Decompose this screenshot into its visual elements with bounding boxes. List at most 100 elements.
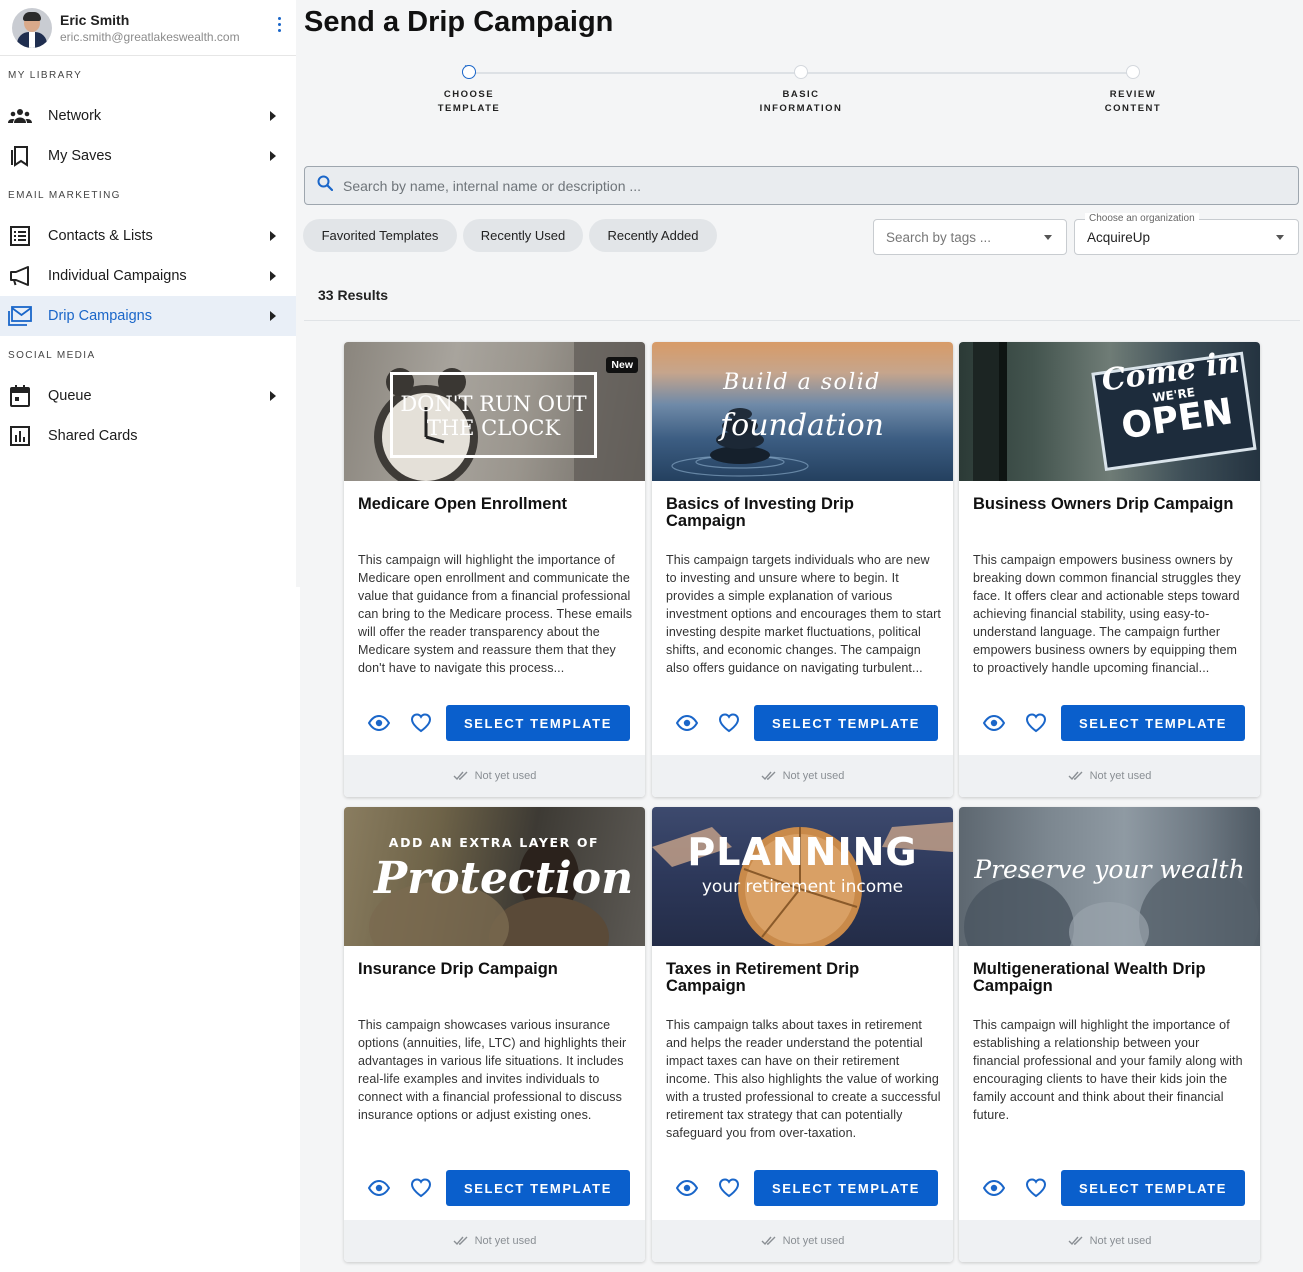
- thumbnail-text: Preserve your wealth: [974, 855, 1245, 884]
- template-thumbnail-open-sign[interactable]: Come in WE'RE OPEN: [959, 342, 1260, 481]
- search-input[interactable]: [343, 177, 1243, 194]
- step-dot-current: [462, 61, 476, 79]
- results-count: 33 Results: [318, 287, 389, 303]
- template-card: Build a solid foundation Basics of Inves…: [652, 342, 953, 797]
- sidebar-item-drip-campaigns[interactable]: Drip Campaigns: [0, 296, 296, 336]
- organization-select[interactable]: Choose an organization AcquireUp: [1074, 213, 1299, 255]
- step-label: REVIEW: [1109, 89, 1157, 100]
- select-template-button[interactable]: SELECT TEMPLATE: [754, 1170, 938, 1206]
- sidebar-item-network[interactable]: Network: [0, 96, 296, 136]
- section-label-social-media: SOCIAL MEDIA: [8, 350, 96, 361]
- organization-select-value: AcquireUp: [1087, 229, 1151, 245]
- preview-eye-icon[interactable]: [367, 713, 391, 733]
- sidebar-item-queue[interactable]: Queue: [0, 376, 296, 416]
- usage-status: Not yet used: [959, 1220, 1260, 1262]
- select-template-button[interactable]: SELECT TEMPLATE: [754, 705, 938, 741]
- mail-stack-icon: [8, 304, 32, 328]
- select-template-button[interactable]: SELECT TEMPLATE: [446, 705, 630, 741]
- template-thumbnail-clock[interactable]: DON'T RUN OUT THE CLOCK New: [344, 342, 645, 481]
- step-choose-template[interactable]: CHOOSE TEMPLATE: [409, 61, 529, 116]
- favorite-heart-icon[interactable]: [410, 1177, 432, 1199]
- thumbnail-text: Protection: [374, 853, 634, 904]
- preview-eye-icon[interactable]: [675, 713, 699, 733]
- thumbnail-text: THE CLOCK: [426, 416, 561, 440]
- new-badge: New: [606, 357, 638, 373]
- sidebar-item-shared-cards[interactable]: Shared Cards: [0, 416, 296, 456]
- section-label-email-marketing: EMAIL MARKETING: [8, 190, 121, 201]
- calendar-icon: [8, 384, 32, 408]
- sidebar-item-label: My Saves: [48, 148, 112, 164]
- favorite-heart-icon[interactable]: [1025, 1177, 1047, 1199]
- usage-status: Not yet used: [652, 1220, 953, 1262]
- tags-select-placeholder: Search by tags ...: [886, 229, 992, 245]
- select-template-button[interactable]: SELECT TEMPLATE: [1061, 705, 1245, 741]
- organization-select-label: Choose an organization: [1085, 213, 1199, 224]
- preview-eye-icon[interactable]: [982, 1178, 1006, 1198]
- tags-select[interactable]: Search by tags ...: [873, 219, 1067, 255]
- template-card: PLANNING your retirement income Taxes in…: [652, 807, 953, 1262]
- stepper: CHOOSE TEMPLATE BASIC INFORMATION REVIEW…: [304, 61, 1300, 122]
- bookmark-icon: [8, 144, 32, 168]
- step-label: TEMPLATE: [437, 103, 501, 114]
- sidebar-item-my-saves[interactable]: My Saves: [0, 136, 296, 176]
- template-description: This campaign targets individuals who ar…: [666, 553, 941, 675]
- preview-eye-icon[interactable]: [675, 1178, 699, 1198]
- divider: [304, 320, 1300, 321]
- double-check-icon: [1068, 771, 1083, 781]
- user-email: eric.smith@greatlakeswealth.com: [60, 29, 240, 44]
- chip-recently-added[interactable]: Recently Added: [589, 219, 717, 252]
- sidebar-background: [0, 587, 300, 1272]
- step-basic-information[interactable]: BASIC INFORMATION: [741, 65, 861, 116]
- double-check-icon: [453, 1236, 468, 1246]
- thumbnail-text: Build a solid: [723, 370, 881, 395]
- step-label: INFORMATION: [759, 103, 843, 114]
- sidebar: Eric Smith eric.smith@greatlakeswealth.c…: [0, 0, 296, 587]
- caret-right-icon: [270, 111, 276, 121]
- favorite-heart-icon[interactable]: [718, 712, 740, 734]
- chip-recently-used[interactable]: Recently Used: [463, 219, 583, 252]
- template-description: This campaign will highlight the importa…: [358, 553, 633, 675]
- thumbnail-text: PLANNING: [687, 830, 918, 874]
- sidebar-item-individual-campaigns[interactable]: Individual Campaigns: [0, 256, 296, 296]
- user-header: Eric Smith eric.smith@greatlakeswealth.c…: [0, 0, 296, 56]
- caret-right-icon: [270, 271, 276, 281]
- caret-right-icon: [270, 311, 276, 321]
- template-thumbnail-family[interactable]: Preserve your wealth: [959, 807, 1260, 946]
- avatar[interactable]: [12, 7, 52, 48]
- chip-favorited-templates[interactable]: Favorited Templates: [303, 219, 457, 252]
- step-review-content[interactable]: REVIEW CONTENT: [1073, 65, 1193, 116]
- template-card: Preserve your wealth Multigenerational W…: [959, 807, 1260, 1262]
- preview-eye-icon[interactable]: [367, 1178, 391, 1198]
- more-options-icon[interactable]: [278, 17, 282, 32]
- template-thumbnail-stones[interactable]: Build a solid foundation: [652, 342, 953, 481]
- thumbnail-text: your retirement income: [701, 877, 904, 897]
- usage-status-text: Not yet used: [782, 770, 845, 782]
- sidebar-item-label: Shared Cards: [48, 428, 138, 444]
- select-template-button[interactable]: SELECT TEMPLATE: [446, 1170, 630, 1206]
- sidebar-item-label: Individual Campaigns: [48, 268, 187, 284]
- template-thumbnail-protection[interactable]: ADD AN EXTRA LAYER OF Protection: [344, 807, 645, 946]
- double-check-icon: [761, 771, 776, 781]
- template-card: ADD AN EXTRA LAYER OF Protection Insuran…: [344, 807, 645, 1262]
- template-thumbnail-pie[interactable]: PLANNING your retirement income: [652, 807, 953, 946]
- usage-status-text: Not yet used: [1089, 770, 1152, 782]
- step-label: CONTENT: [1104, 103, 1162, 114]
- favorite-heart-icon[interactable]: [718, 1177, 740, 1199]
- favorite-heart-icon[interactable]: [410, 712, 432, 734]
- sidebar-item-label: Contacts & Lists: [48, 228, 153, 244]
- section-label-my-library: MY LIBRARY: [8, 70, 83, 81]
- caret-right-icon: [270, 391, 276, 401]
- search-bar[interactable]: [304, 166, 1299, 205]
- megaphone-icon: [8, 264, 32, 288]
- sidebar-item-label: Queue: [48, 388, 92, 404]
- template-description: This campaign will highlight the importa…: [973, 1018, 1243, 1122]
- template-card: DON'T RUN OUT THE CLOCK New Medicare Ope…: [344, 342, 645, 797]
- template-description: This campaign talks about taxes in retir…: [666, 1018, 941, 1140]
- favorite-heart-icon[interactable]: [1025, 712, 1047, 734]
- usage-status: Not yet used: [959, 755, 1260, 797]
- select-template-button[interactable]: SELECT TEMPLATE: [1061, 1170, 1245, 1206]
- sidebar-item-contacts-lists[interactable]: Contacts & Lists: [0, 216, 296, 256]
- preview-eye-icon[interactable]: [982, 713, 1006, 733]
- double-check-icon: [453, 771, 468, 781]
- template-title: Taxes in Retirement Drip Campaign: [666, 960, 860, 995]
